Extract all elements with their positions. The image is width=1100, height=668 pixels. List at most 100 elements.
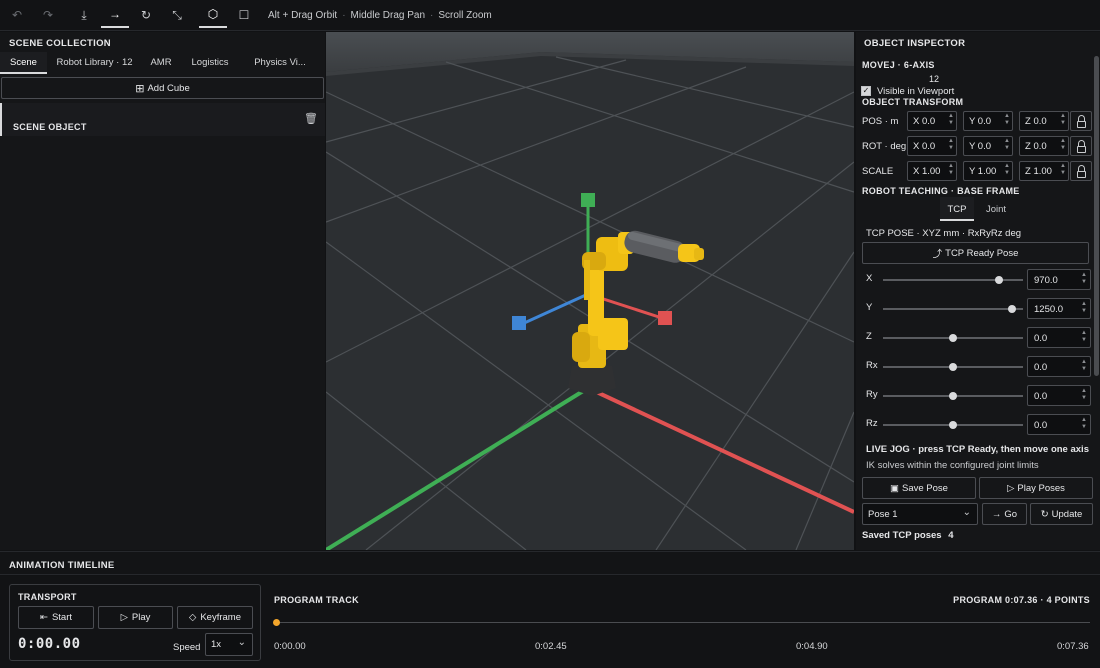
scale-lock-icon[interactable] — [1070, 161, 1092, 181]
axis-value-y[interactable]: 1250.0 ▲ ▼ — [1027, 298, 1091, 319]
program-track-title: PROGRAM TRACK — [274, 595, 359, 605]
scale-z-field[interactable]: Z 1.00 ▲ ▼ — [1019, 161, 1069, 181]
add-cube-button[interactable]: ⊞ Add Cube — [1, 77, 324, 99]
scale-x-field[interactable]: X 1.00 ▲ ▼ — [907, 161, 957, 181]
trash-icon[interactable]: 🗑 — [304, 112, 318, 125]
axis-value-z[interactable]: 0.0 ▲ ▼ — [1027, 327, 1091, 348]
viewport-scene — [326, 32, 854, 550]
slider-knob[interactable] — [949, 392, 957, 400]
axis-slider-rx[interactable] — [883, 363, 1023, 371]
timecode: 0:00.00 — [18, 636, 81, 652]
saved-poses-label: Saved TCP poses — [862, 530, 942, 541]
rot-x-field[interactable]: X 0.0 ▲ ▼ — [907, 136, 957, 156]
axis-value-text: 970.0 — [1034, 275, 1058, 286]
axis-value-text: 0.0 — [1034, 333, 1048, 344]
pos-x-field[interactable]: X 0.0 ▲ ▼ — [907, 111, 957, 131]
axis-slider-y[interactable] — [883, 305, 1023, 313]
scale-icon[interactable]: ⤡ — [163, 3, 191, 28]
chevron-down-icon: ⌄ — [962, 507, 971, 518]
scale-x-value: X 1.00 — [913, 166, 941, 177]
gizmo-z-handle[interactable] — [512, 316, 526, 330]
gizmo-x-handle[interactable] — [658, 311, 672, 325]
tcp-pose-title: TCP POSE · XYZ mm · RxRyRz deg — [866, 228, 1022, 239]
tab-physics[interactable]: Physics Vi... — [240, 52, 320, 74]
hint-separator: · — [342, 9, 346, 21]
arrow-right-icon: → — [991, 508, 1002, 520]
axis-label-x: X — [866, 273, 873, 284]
keyframe-button[interactable]: ◇ Keyframe — [177, 606, 253, 629]
rot-y-field[interactable]: Y 0.0 ▲ ▼ — [963, 136, 1013, 156]
speed-label: Speed — [173, 642, 201, 653]
save-pose-label: Save Pose — [902, 482, 948, 494]
tab-amr[interactable]: AMR — [142, 52, 180, 74]
tab-scene[interactable]: Scene — [0, 52, 47, 74]
pos-z-field[interactable]: Z 0.0 ▲ ▼ — [1019, 111, 1069, 131]
tcp-ready-button[interactable]: ⤴ TCP Ready Pose — [862, 242, 1089, 264]
slider-knob[interactable] — [949, 363, 957, 371]
tick-label: 0:00.00 — [274, 641, 306, 652]
saved-poses-info: Saved TCP poses 4 — [862, 530, 954, 541]
tab-tcp[interactable]: TCP — [940, 197, 974, 221]
cube-icon[interactable]: ⬡ — [199, 3, 227, 28]
go-button[interactable]: → Go — [982, 503, 1027, 525]
axis-slider-rz[interactable] — [883, 421, 1023, 429]
axis-value-ry[interactable]: 0.0 ▲ ▼ — [1027, 385, 1091, 406]
pos-z-value: Z 0.0 — [1025, 116, 1047, 127]
square-icon[interactable]: ☐ — [230, 3, 258, 28]
scene-object-row[interactable]: SCENE OBJECT 🗑 — [0, 103, 325, 136]
save-pose-button[interactable]: ▣ Save Pose — [862, 477, 976, 499]
rot-y-value: Y 0.0 — [969, 141, 992, 152]
download-icon[interactable]: ⤓ — [70, 3, 98, 28]
ready-icon: ⤴ — [932, 249, 943, 260]
redo-icon[interactable]: ↷ — [34, 3, 62, 28]
pos-x-value: X 0.0 — [913, 116, 936, 127]
add-icon: ⊞ — [135, 82, 145, 95]
tab-robot-library[interactable]: Robot Library · 12 — [47, 52, 142, 74]
visible-checkbox[interactable]: ✓ — [861, 86, 871, 96]
pose-select[interactable]: Pose 1 ⌄ — [862, 503, 978, 525]
play-poses-label: Play Poses — [1017, 482, 1065, 494]
slider-knob[interactable] — [995, 276, 1004, 284]
pos-y-field[interactable]: Y 0.0 ▲ ▼ — [963, 111, 1013, 131]
update-button[interactable]: ↻ Update — [1030, 503, 1093, 525]
undo-icon[interactable]: ↶ — [3, 3, 31, 28]
play-button[interactable]: ▷ Play — [98, 606, 173, 629]
tab-logistics[interactable]: Logistics — [180, 52, 240, 74]
update-label: Update — [1051, 508, 1083, 520]
timeline-header: ANIMATION TIMELINE — [0, 551, 1100, 575]
object-inspector-panel: OBJECT INSPECTOR MOVEJ · 6-AXIS 12 ✓ Vis… — [856, 32, 1100, 550]
inspector-scrollbar[interactable] — [1094, 56, 1099, 376]
axis-slider-ry[interactable] — [883, 392, 1023, 400]
start-button[interactable]: ⇤ Start — [18, 606, 94, 629]
timeline-track[interactable] — [276, 622, 1090, 623]
playhead[interactable] — [273, 619, 280, 626]
transform-title: OBJECT TRANSFORM — [862, 97, 964, 107]
rotate-icon[interactable]: ↻ — [132, 3, 160, 28]
slider-knob[interactable] — [949, 421, 957, 429]
tab-joint[interactable]: Joint — [976, 197, 1016, 221]
live-jog-note: LIVE JOG · press TCP Ready, then move on… — [866, 444, 1089, 455]
rot-z-value: Z 0.0 — [1025, 141, 1047, 152]
axis-value-x[interactable]: 970.0 ▲ ▼ — [1027, 269, 1091, 290]
save-icon: ▣ — [890, 482, 900, 494]
speed-select[interactable]: 1x ⌄ — [205, 633, 253, 656]
axis-slider-z[interactable] — [883, 334, 1023, 342]
pos-lock-icon[interactable] — [1070, 111, 1092, 131]
go-label: Go — [1004, 508, 1018, 520]
refresh-icon: ↻ — [1040, 508, 1049, 520]
rot-lock-icon[interactable] — [1070, 136, 1092, 156]
slider-knob[interactable] — [1007, 305, 1016, 313]
scale-y-field[interactable]: Y 1.00 ▲ ▼ — [963, 161, 1013, 181]
pos-y-value: Y 0.0 — [969, 116, 992, 127]
axis-slider-x[interactable] — [883, 276, 1023, 284]
slider-knob[interactable] — [949, 334, 957, 342]
translate-icon[interactable]: → — [101, 3, 129, 28]
gizmo-y-handle[interactable] — [581, 193, 595, 207]
timeline-title: ANIMATION TIMELINE — [9, 560, 115, 571]
rot-z-field[interactable]: Z 0.0 ▲ ▼ — [1019, 136, 1069, 156]
transport-title: TRANSPORT — [18, 592, 77, 602]
play-poses-button[interactable]: ▷ Play Poses — [979, 477, 1093, 499]
axis-value-rx[interactable]: 0.0 ▲ ▼ — [1027, 356, 1091, 377]
axis-value-rz[interactable]: 0.0 ▲ ▼ — [1027, 414, 1091, 435]
3d-viewport[interactable] — [326, 32, 854, 550]
